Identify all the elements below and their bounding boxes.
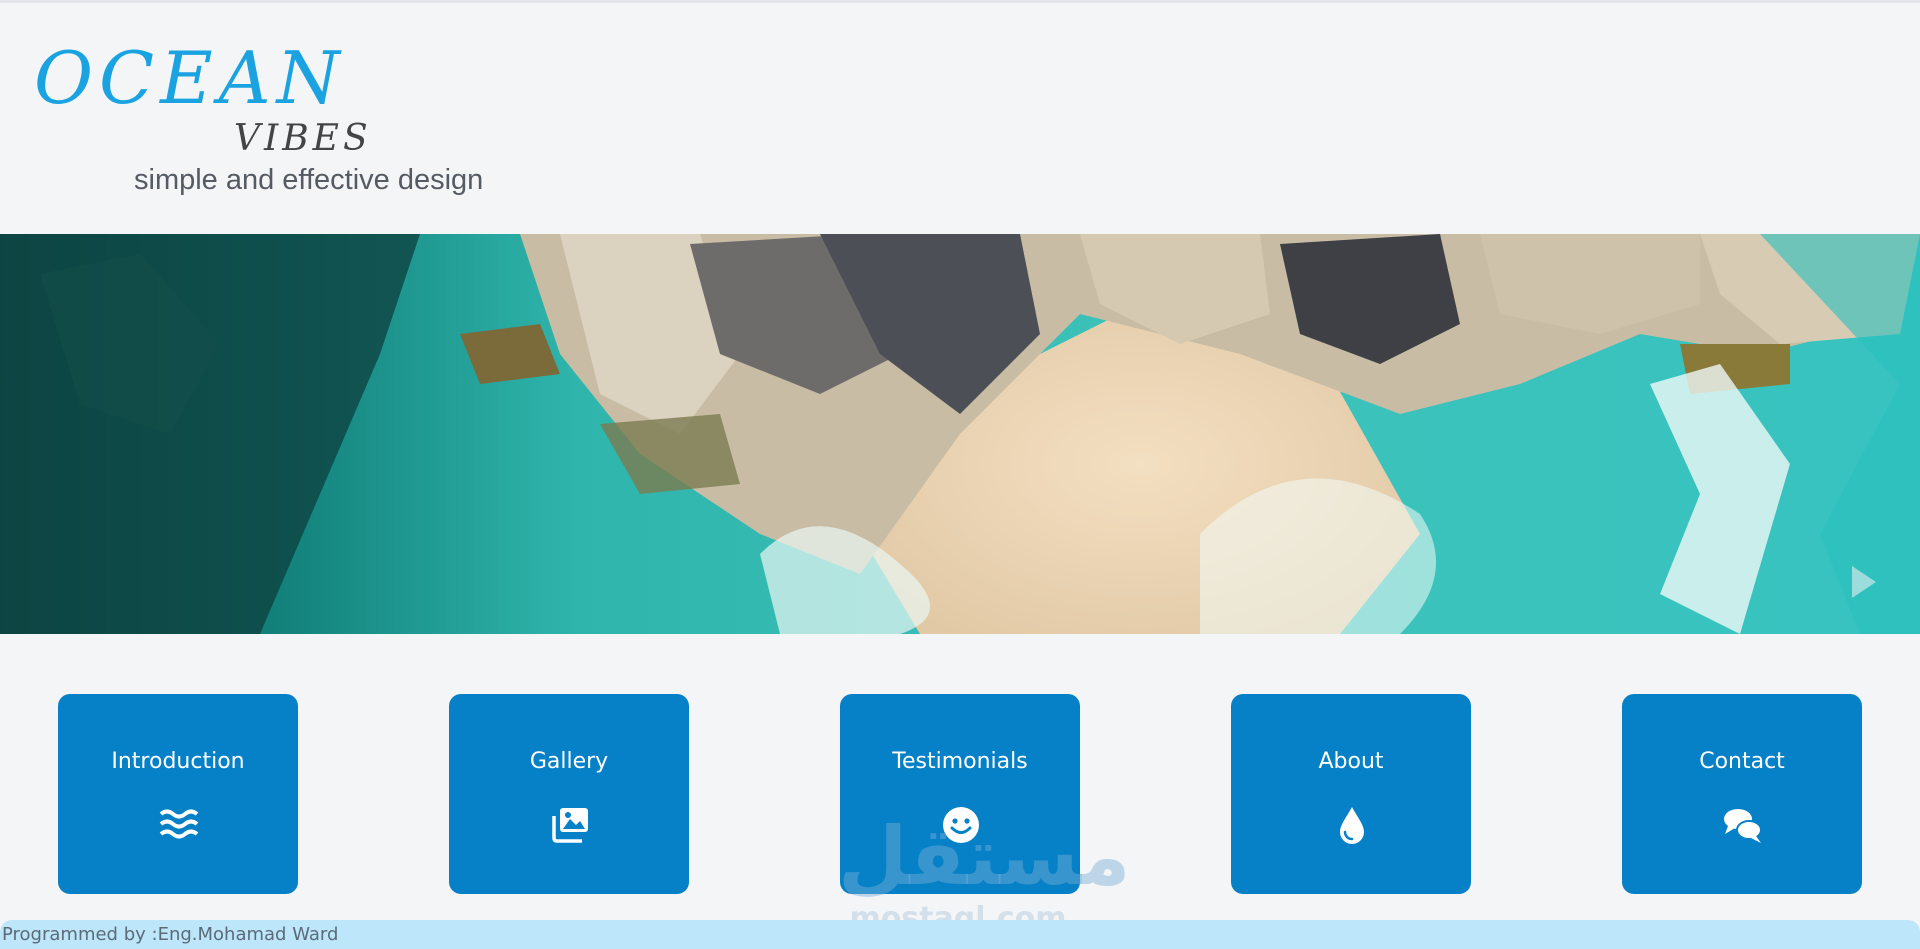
play-icon[interactable]	[1842, 562, 1882, 602]
card-label: Contact	[1699, 749, 1785, 774]
feature-cards: Introduction Gallery Testimonials About	[0, 694, 1920, 894]
waves-icon	[159, 809, 199, 839]
card-label: Introduction	[111, 749, 245, 774]
smile-icon	[943, 807, 979, 843]
hero-beach-image	[0, 234, 1920, 634]
logo-title: OCEAN	[34, 36, 346, 120]
card-introduction[interactable]: Introduction	[58, 694, 298, 894]
card-label: Testimonials	[892, 749, 1028, 774]
card-contact[interactable]: Contact	[1622, 694, 1862, 894]
site-logo[interactable]: OCEAN VIBES simple and effective design	[34, 38, 554, 208]
top-border	[0, 0, 1920, 3]
card-gallery[interactable]: Gallery	[449, 694, 689, 894]
tagline: simple and effective design	[134, 164, 484, 196]
images-icon	[552, 808, 588, 843]
logo-subtitle: VIBES	[234, 118, 372, 159]
footer-credit: Programmed by :Eng.Mohamad Ward	[2, 924, 339, 945]
card-about[interactable]: About	[1231, 694, 1471, 894]
hero-video[interactable]	[0, 234, 1920, 634]
card-label: About	[1318, 749, 1384, 774]
card-label: Gallery	[529, 749, 609, 774]
comments-icon	[1724, 809, 1762, 843]
card-testimonials[interactable]: Testimonials	[840, 694, 1080, 894]
footer: Programmed by :Eng.Mohamad Ward	[0, 920, 1920, 949]
water-drop-icon	[1340, 807, 1364, 844]
